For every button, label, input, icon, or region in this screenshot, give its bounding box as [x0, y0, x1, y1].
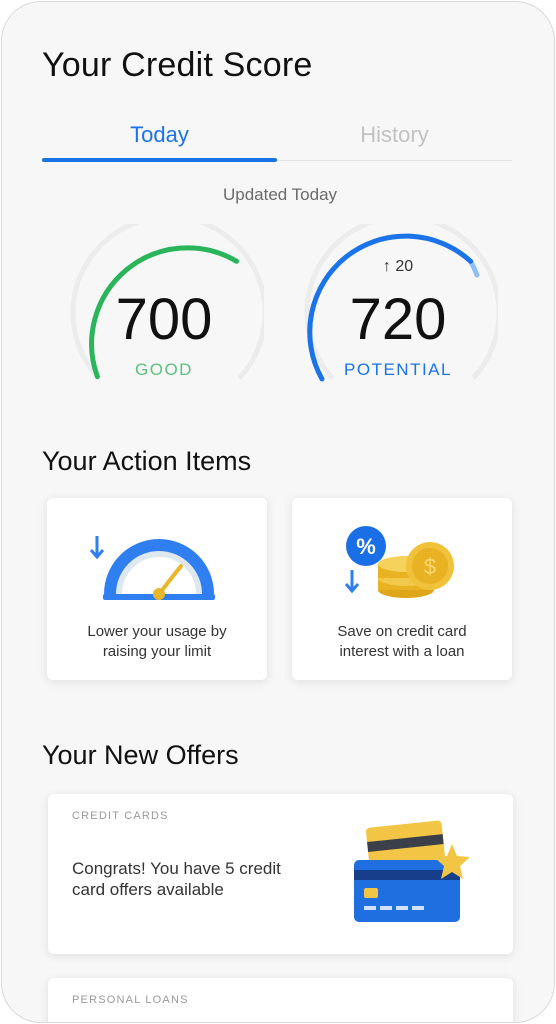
- offer-category: CREDIT CARDS: [72, 810, 169, 822]
- action-item-text: Save on credit card interest with a loan: [337, 623, 467, 660]
- tab-history[interactable]: History: [277, 122, 512, 148]
- phone-frame: Your Credit Score Today History Updated …: [1, 1, 555, 1023]
- tab-today[interactable]: Today: [42, 122, 277, 148]
- active-tab-indicator: [42, 158, 277, 162]
- offer-card-personal-loans[interactable]: PERSONAL LOANS: [48, 978, 513, 1022]
- new-offers-heading: Your New Offers: [42, 740, 239, 770]
- arrow-up-icon: ↑: [382, 258, 391, 275]
- action-items-heading: Your Action Items: [42, 446, 252, 476]
- credit-cards-icon: [354, 820, 470, 922]
- potential-score-value: 720: [349, 287, 447, 352]
- current-score-rating: GOOD: [135, 360, 193, 379]
- offer-category: PERSONAL LOANS: [72, 994, 189, 1006]
- offer-description: Congrats! You have 5 credit card offers …: [72, 859, 281, 899]
- page-title: Your Credit Score: [42, 46, 313, 84]
- action-item-card-usage[interactable]: Lower your usage by raising your limit: [47, 498, 267, 680]
- percent-coins-icon: $ %: [344, 526, 454, 598]
- potential-score-label: POTENTIAL: [344, 360, 452, 379]
- score-delta: ↑ 20: [382, 258, 414, 275]
- action-item-card-loan[interactable]: $ % Save on credit card interest with a …: [292, 498, 512, 680]
- current-score-gauge[interactable]: 700 GOOD: [64, 224, 264, 394]
- speedometer-icon: [89, 536, 215, 600]
- offer-card-credit-cards[interactable]: CREDIT CARDS Congrats! You have 5 credit…: [48, 794, 513, 954]
- svg-text:$: $: [424, 554, 436, 579]
- current-score-value: 700: [115, 287, 213, 352]
- svg-text:%: %: [356, 534, 376, 559]
- potential-score-gauge[interactable]: ↑ 20 720 POTENTIAL: [298, 224, 498, 394]
- action-item-text: Lower your usage by raising your limit: [87, 623, 227, 660]
- score-tabs: Today History: [42, 114, 512, 164]
- updated-label: Updated Today: [222, 185, 338, 204]
